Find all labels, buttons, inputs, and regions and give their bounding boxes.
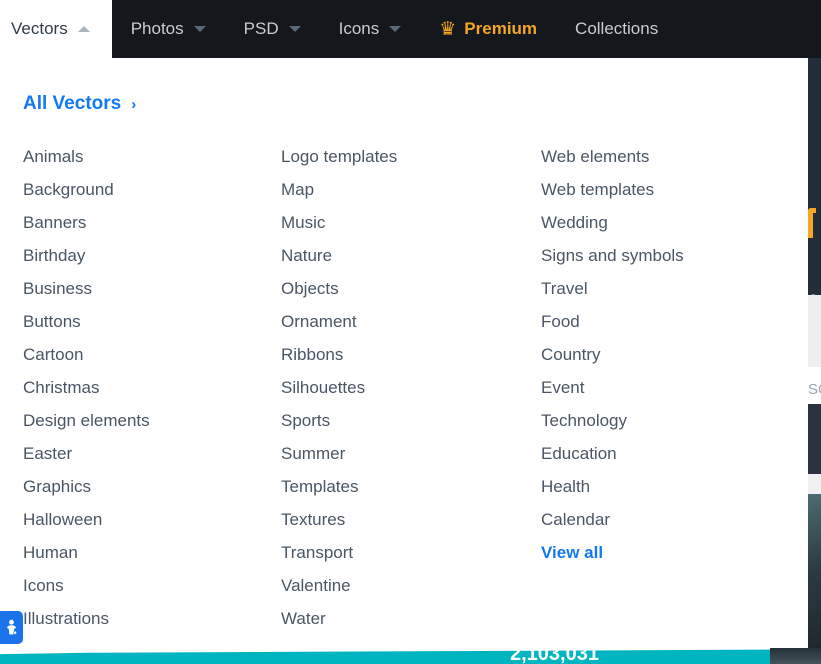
all-vectors-link[interactable]: All Vectors › xyxy=(23,93,136,115)
category-item[interactable]: Summer xyxy=(281,437,397,470)
nav-tab-collections[interactable]: Collections xyxy=(556,0,677,58)
page-root: a SO 2,103,031 Vectors Photos PSD Icon xyxy=(0,0,821,664)
category-item[interactable]: Halloween xyxy=(23,503,150,536)
main-navigation-bar: Vectors Photos PSD Icons ♛ Premium Colle… xyxy=(0,0,821,58)
background-orange-accent xyxy=(808,208,816,238)
category-item[interactable]: Animals xyxy=(23,140,150,173)
category-item[interactable]: Sports xyxy=(281,404,397,437)
category-item[interactable]: Health xyxy=(541,470,684,503)
all-vectors-label: All Vectors xyxy=(23,93,122,114)
category-item[interactable]: Nature xyxy=(281,239,397,272)
category-item[interactable]: Ornament xyxy=(281,305,397,338)
category-item[interactable]: Event xyxy=(541,371,684,404)
view-all-link[interactable]: View all xyxy=(541,536,684,569)
nav-tab-icons-label: Icons xyxy=(338,19,380,38)
caret-down-icon xyxy=(193,26,206,32)
background-light-band xyxy=(808,295,821,367)
category-item[interactable]: Christmas xyxy=(23,371,150,404)
category-item[interactable]: Design elements xyxy=(23,404,150,437)
category-item[interactable]: Logo templates xyxy=(281,140,397,173)
category-item[interactable]: Web templates xyxy=(541,173,684,206)
category-column-2: Logo templates Map Music Nature Objects … xyxy=(281,140,397,635)
background-grey-text-fragment: SO xyxy=(808,382,821,398)
category-item[interactable]: Signs and symbols xyxy=(541,239,684,272)
category-item[interactable]: Banners xyxy=(23,206,150,239)
category-item[interactable]: Human xyxy=(23,536,150,569)
caret-down-icon xyxy=(288,26,301,32)
category-item[interactable]: Background xyxy=(23,173,150,206)
category-item[interactable]: Country xyxy=(541,338,684,371)
nav-tab-premium[interactable]: ♛ Premium xyxy=(420,0,556,58)
category-item[interactable]: Buttons xyxy=(23,305,150,338)
background-right-strip: a SO xyxy=(808,0,821,664)
category-item[interactable]: Web elements xyxy=(541,140,684,173)
category-column-1: Animals Background Banners Birthday Busi… xyxy=(23,140,150,635)
bottom-banner: 2,103,031 xyxy=(0,644,821,664)
background-dark-block xyxy=(808,404,821,474)
nav-tab-vectors[interactable]: Vectors xyxy=(0,0,112,58)
crown-icon: ♛ xyxy=(439,18,457,40)
category-item[interactable]: Textures xyxy=(281,503,397,536)
category-item[interactable]: Education xyxy=(541,437,684,470)
chevron-right-icon: › xyxy=(131,95,137,113)
category-item[interactable]: Illustrations xyxy=(23,602,150,635)
nav-tab-photos[interactable]: Photos xyxy=(112,0,225,58)
nav-tab-photos-label: Photos xyxy=(130,19,184,38)
category-item[interactable]: Technology xyxy=(541,404,684,437)
category-item[interactable]: Objects xyxy=(281,272,397,305)
nav-tab-psd[interactable]: PSD xyxy=(225,0,320,58)
nav-tab-psd-label: PSD xyxy=(243,19,279,38)
category-item[interactable]: Birthday xyxy=(23,239,150,272)
caret-down-icon xyxy=(389,26,402,32)
category-item[interactable]: Travel xyxy=(541,272,684,305)
nav-tab-vectors-label: Vectors xyxy=(11,19,68,38)
category-item[interactable]: Business xyxy=(23,272,150,305)
category-item[interactable]: Wedding xyxy=(541,206,684,239)
background-gap xyxy=(808,474,821,494)
background-photo-thumbnail xyxy=(808,494,821,664)
category-item[interactable]: Water xyxy=(281,602,397,635)
nav-tab-collections-label: Collections xyxy=(575,19,659,38)
category-item[interactable]: Map xyxy=(281,173,397,206)
category-item[interactable]: Music xyxy=(281,206,397,239)
category-column-3: Web elements Web templates Wedding Signs… xyxy=(541,140,684,569)
category-item[interactable]: Valentine xyxy=(281,569,397,602)
category-item[interactable]: Transport xyxy=(281,536,397,569)
caret-up-icon xyxy=(77,26,90,32)
category-item[interactable]: Food xyxy=(541,305,684,338)
category-item[interactable]: Easter xyxy=(23,437,150,470)
nav-tab-icons[interactable]: Icons xyxy=(320,0,421,58)
category-item[interactable]: Ribbons xyxy=(281,338,397,371)
category-item[interactable]: Graphics xyxy=(23,470,150,503)
category-item[interactable]: Icons xyxy=(23,569,150,602)
category-item[interactable]: Cartoon xyxy=(23,338,150,371)
accessibility-person-icon xyxy=(7,619,18,636)
bottom-banner-dark-thumbnail xyxy=(770,648,821,664)
accessibility-widget-button[interactable] xyxy=(0,611,23,644)
category-item[interactable]: Calendar xyxy=(541,503,684,536)
category-item[interactable]: Silhouettes xyxy=(281,371,397,404)
category-item[interactable]: Templates xyxy=(281,470,397,503)
nav-tab-premium-label: Premium xyxy=(464,19,538,38)
